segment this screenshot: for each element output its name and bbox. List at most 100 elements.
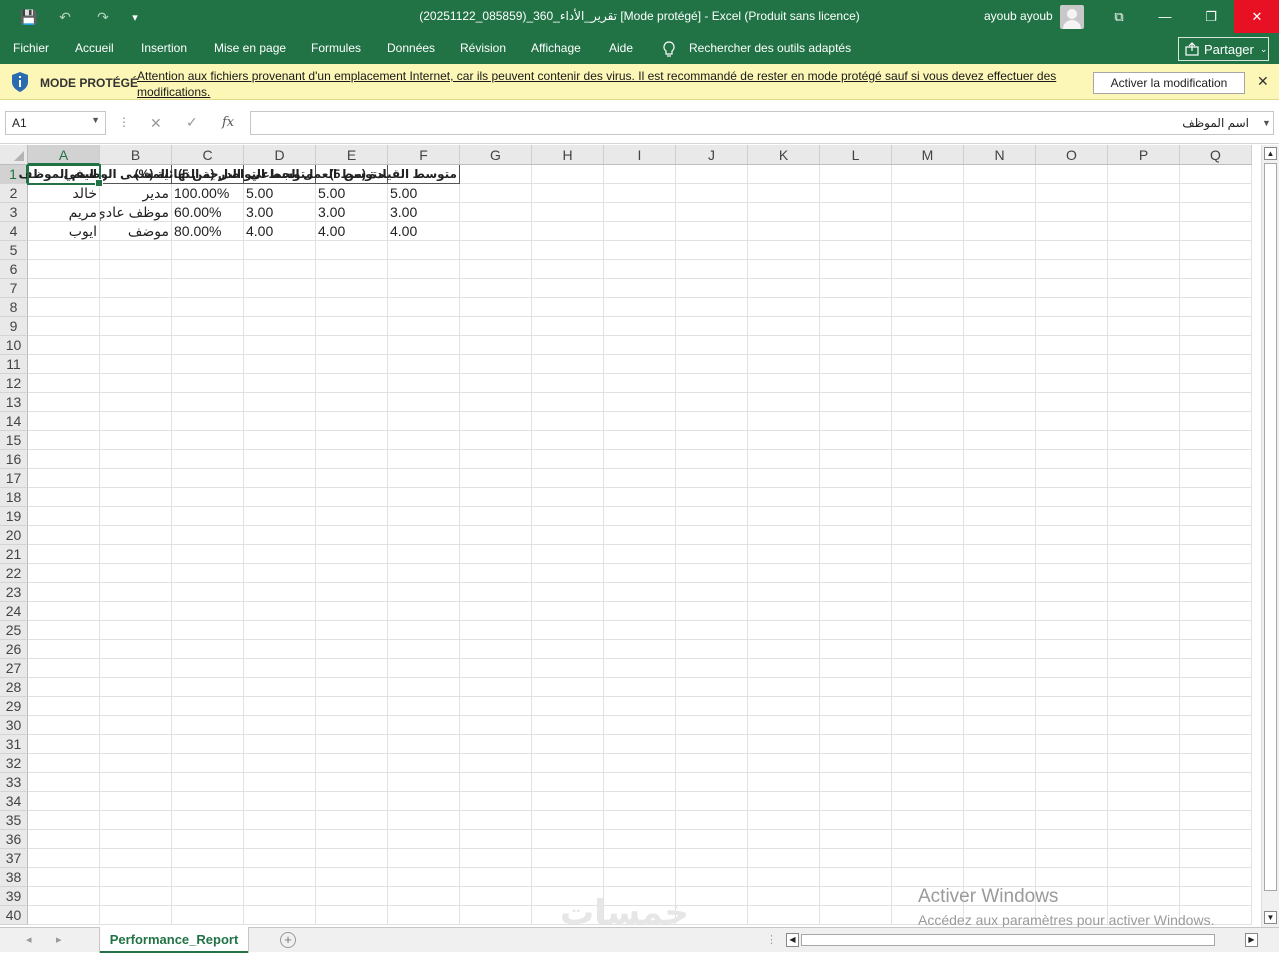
cell-i22[interactable] [604,564,676,583]
cell-h28[interactable] [532,678,604,697]
row-header-22[interactable]: 22 [0,564,28,583]
cell-k9[interactable] [748,317,820,336]
cell-o33[interactable] [1036,773,1108,792]
cell-k3[interactable] [748,203,820,222]
avatar[interactable] [1060,5,1084,29]
cell-a15[interactable] [28,431,100,450]
cell-n31[interactable] [964,735,1036,754]
cell-l8[interactable] [820,298,892,317]
cell-p18[interactable] [1108,488,1180,507]
vertical-scrollbar[interactable]: ▲ ▼ [1261,145,1279,927]
cell-l29[interactable] [820,697,892,716]
cell-n12[interactable] [964,374,1036,393]
cell-p11[interactable] [1108,355,1180,374]
cell-i11[interactable] [604,355,676,374]
cell-d4[interactable]: 4.00 [244,222,316,241]
cell-n25[interactable] [964,621,1036,640]
cell-h1[interactable] [532,165,604,184]
cell-k37[interactable] [748,849,820,868]
cell-p27[interactable] [1108,659,1180,678]
cell-j2[interactable] [676,184,748,203]
cell-b11[interactable] [100,355,172,374]
name-box[interactable]: A1 ▼ [5,111,106,135]
cell-k22[interactable] [748,564,820,583]
cell-j19[interactable] [676,507,748,526]
cell-j21[interactable] [676,545,748,564]
cell-c7[interactable] [172,279,244,298]
cell-l16[interactable] [820,450,892,469]
cell-h24[interactable] [532,602,604,621]
cell-d35[interactable] [244,811,316,830]
cell-f14[interactable] [388,412,460,431]
cell-p29[interactable] [1108,697,1180,716]
cell-b21[interactable] [100,545,172,564]
cell-d38[interactable] [244,868,316,887]
column-header-j[interactable]: J [676,145,748,165]
cell-d29[interactable] [244,697,316,716]
cell-e22[interactable] [316,564,388,583]
cell-i19[interactable] [604,507,676,526]
cell-a8[interactable] [28,298,100,317]
cell-a6[interactable] [28,260,100,279]
cell-p33[interactable] [1108,773,1180,792]
cell-d18[interactable] [244,488,316,507]
cell-b19[interactable] [100,507,172,526]
cell-h23[interactable] [532,583,604,602]
cell-b22[interactable] [100,564,172,583]
cell-k32[interactable] [748,754,820,773]
cell-l11[interactable] [820,355,892,374]
restore-button[interactable]: ❐ [1188,0,1234,33]
cell-g27[interactable] [460,659,532,678]
cell-d24[interactable] [244,602,316,621]
cell-e37[interactable] [316,849,388,868]
cell-m21[interactable] [892,545,964,564]
cell-q35[interactable] [1180,811,1252,830]
cell-g11[interactable] [460,355,532,374]
scroll-right-icon[interactable]: ▶ [1245,933,1258,947]
cell-q31[interactable] [1180,735,1252,754]
cell-j17[interactable] [676,469,748,488]
close-button[interactable]: ✕ [1234,0,1279,33]
cell-l19[interactable] [820,507,892,526]
cell-o13[interactable] [1036,393,1108,412]
cell-n27[interactable] [964,659,1036,678]
cell-n3[interactable] [964,203,1036,222]
cell-c28[interactable] [172,678,244,697]
cell-q29[interactable] [1180,697,1252,716]
cell-i5[interactable] [604,241,676,260]
cell-k20[interactable] [748,526,820,545]
column-header-o[interactable]: O [1036,145,1108,165]
cell-n23[interactable] [964,583,1036,602]
cell-l6[interactable] [820,260,892,279]
cell-h38[interactable] [532,868,604,887]
cell-b23[interactable] [100,583,172,602]
cell-q10[interactable] [1180,336,1252,355]
cell-c32[interactable] [172,754,244,773]
cell-b5[interactable] [100,241,172,260]
cell-l40[interactable] [820,906,892,925]
cell-g38[interactable] [460,868,532,887]
cell-q22[interactable] [1180,564,1252,583]
cell-b25[interactable] [100,621,172,640]
cell-l32[interactable] [820,754,892,773]
insert-function-icon[interactable]: fx [222,115,234,130]
cell-i30[interactable] [604,716,676,735]
cell-e20[interactable] [316,526,388,545]
cell-k13[interactable] [748,393,820,412]
cell-d33[interactable] [244,773,316,792]
cell-h3[interactable] [532,203,604,222]
cell-c5[interactable] [172,241,244,260]
minimize-button[interactable]: — [1142,0,1188,33]
cell-a17[interactable] [28,469,100,488]
cell-b12[interactable] [100,374,172,393]
cell-i10[interactable] [604,336,676,355]
cell-p5[interactable] [1108,241,1180,260]
cell-m19[interactable] [892,507,964,526]
cell-c33[interactable] [172,773,244,792]
cell-g37[interactable] [460,849,532,868]
cell-a18[interactable] [28,488,100,507]
cell-d15[interactable] [244,431,316,450]
cell-b32[interactable] [100,754,172,773]
formula-bar-grip[interactable]: ⋮ [118,115,130,129]
cell-q19[interactable] [1180,507,1252,526]
